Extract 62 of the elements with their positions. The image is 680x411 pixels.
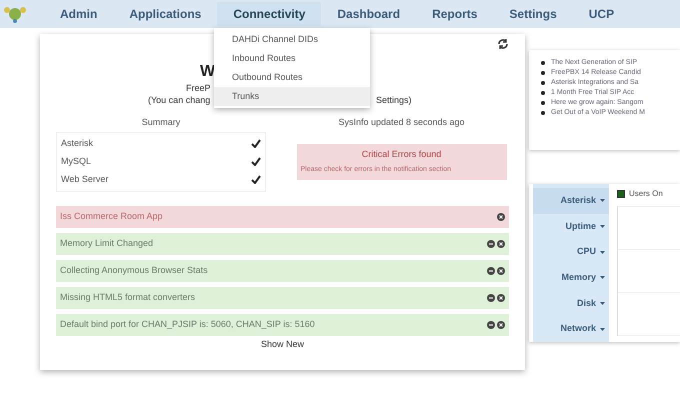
close-icon[interactable]	[497, 266, 505, 274]
stats-tab[interactable]: Asterisk	[533, 188, 609, 214]
minus-icon[interactable]	[487, 320, 495, 328]
nav-tab[interactable]: Connectivity	[217, 2, 322, 26]
notification-row[interactable]: Iss Commerce Room App	[56, 206, 509, 228]
nav-tab[interactable]: Admin	[44, 2, 114, 26]
bullet-icon	[541, 71, 545, 75]
stats-tab[interactable]: Disk	[533, 290, 609, 316]
notification-row[interactable]: Default bind port for CHAN_PJSIP is: 5060, CHAN_SIP is: 5160	[56, 314, 509, 336]
refresh-icon[interactable]	[497, 38, 509, 50]
bullet-icon	[541, 101, 545, 105]
notification-row[interactable]: Missing HTML5 format converters	[56, 286, 509, 308]
service-label: MySQL	[61, 154, 92, 168]
minus-icon[interactable]	[487, 294, 495, 302]
minus-icon[interactable]	[487, 266, 495, 274]
close-icon[interactable]	[497, 320, 505, 328]
show-new-link[interactable]: Show New	[260, 338, 304, 351]
notification-text: Collecting Anonymous Browser Stats	[60, 264, 208, 277]
nav-tab[interactable]: Applications	[113, 2, 218, 26]
welcome-text: Settings)	[376, 94, 412, 107]
stats-tab[interactable]: CPU	[533, 239, 609, 266]
notification-text: Missing HTML5 format converters	[60, 290, 196, 304]
logo-icon[interactable]	[2, 5, 28, 23]
welcome-text: FreeP	[186, 82, 211, 95]
caret-icon	[600, 276, 605, 280]
nav-tab[interactable]: UCP	[572, 2, 630, 26]
caret-icon	[600, 225, 605, 228]
menu-item[interactable]: Outbound Routes	[214, 68, 370, 87]
nav-tab[interactable]: Reports	[416, 2, 494, 26]
stats-tab[interactable]: Uptime	[533, 214, 609, 240]
caret-icon	[600, 250, 605, 254]
alert-title: Critical Errors found	[362, 148, 442, 160]
notification-text: Iss Commerce Room App	[60, 210, 163, 223]
notification-text: Default bind port for CHAN_PJSIP is: 5060, CHAN_SIP is: 5160	[60, 318, 315, 331]
nav-tab[interactable]: Settings	[493, 2, 573, 26]
menu-item[interactable]: Trunks	[214, 87, 370, 106]
service-label: Web Server	[61, 172, 108, 186]
close-icon[interactable]	[497, 212, 505, 220]
stats-tab[interactable]: Network	[533, 316, 609, 342]
summary-title: Summary	[142, 116, 180, 129]
welcome-title: W	[200, 62, 216, 82]
menu-item[interactable]: Inbound Routes	[214, 49, 370, 68]
service-label: Asterisk	[61, 136, 94, 150]
caret-icon	[600, 302, 605, 306]
bullet-icon	[541, 91, 545, 95]
bullet-icon	[541, 111, 545, 115]
notification-row[interactable]: Memory Limit Changed	[56, 232, 509, 254]
nav-tab[interactable]: Dashboard	[321, 2, 416, 26]
notification-text: Memory Limit Changed	[60, 236, 154, 250]
welcome-text: (You can chang	[148, 94, 210, 107]
stats-tab[interactable]: Memory	[533, 265, 609, 291]
caret-icon	[600, 199, 605, 202]
bullet-icon	[541, 61, 545, 65]
menu-item[interactable]: DAHDi Channel DIDs	[214, 30, 370, 49]
caret-icon	[600, 328, 605, 331]
legend-label: Users On	[629, 188, 663, 200]
close-icon[interactable]	[497, 240, 505, 248]
sysinfo-text: SysInfo updated 8 seconds ago	[338, 116, 465, 129]
bullet-icon	[541, 81, 545, 85]
close-icon[interactable]	[497, 294, 505, 302]
minus-icon[interactable]	[487, 240, 495, 248]
notification-row[interactable]: Collecting Anonymous Browser Stats	[56, 260, 509, 282]
